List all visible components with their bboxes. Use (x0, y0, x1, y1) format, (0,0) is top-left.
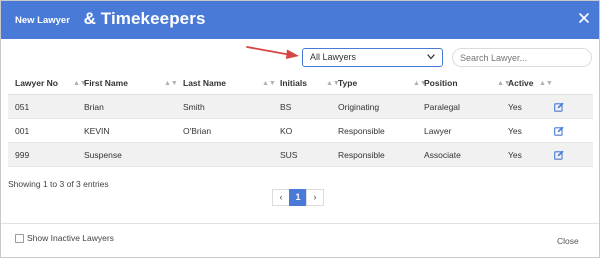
edit-icon[interactable] (554, 150, 564, 160)
cell-position: Associate (424, 150, 461, 160)
show-inactive-label[interactable]: Show Inactive Lawyers (27, 233, 114, 243)
cell-initials: KO (280, 126, 293, 136)
cell-active: Yes (508, 150, 522, 160)
pagination: ‹ 1 › (272, 189, 324, 206)
cell-type: Responsible (338, 150, 385, 160)
next-page-button[interactable]: › (306, 189, 324, 206)
cell-first-name: Brian (84, 102, 104, 112)
cell-position: Paralegal (424, 102, 460, 112)
cell-first-name: Suspense (84, 150, 122, 160)
col-first-name[interactable]: First Name (84, 72, 128, 95)
arrow-icon (246, 46, 299, 59)
lawyers-dialog: Lawyers & Timekeepers New Lawyer All Law… (0, 0, 600, 258)
cell-type: Responsible (338, 126, 385, 136)
search-lawyer-input[interactable] (452, 48, 592, 67)
cell-active: Yes (508, 102, 522, 112)
table-row: 999 Suspense SUS Responsible Associate Y… (8, 143, 593, 167)
sort-icon[interactable]: ▲▼ (262, 72, 276, 95)
cell-first-name: KEVIN (84, 126, 110, 136)
cell-lawyer-no: 999 (15, 150, 30, 160)
footer-divider (1, 223, 599, 224)
cell-type: Originating (338, 102, 380, 112)
table-row: 051 Brian Smith BS Originating Paralegal… (8, 95, 593, 119)
cell-lawyer-no: 051 (15, 102, 30, 112)
show-inactive-checkbox[interactable] (15, 234, 24, 243)
edit-icon[interactable] (554, 126, 564, 136)
chevron-down-icon (427, 54, 435, 60)
page-1-button[interactable]: 1 (289, 189, 307, 206)
table-header: Lawyer No ▲▼ First Name ▲▼ Last Name ▲▼ … (8, 72, 593, 95)
col-active[interactable]: Active (508, 72, 534, 95)
lawyer-filter-value: All Lawyers (310, 52, 357, 62)
col-initials[interactable]: Initials (280, 72, 307, 95)
cell-position: Lawyer (424, 126, 452, 136)
sort-icon[interactable]: ▲▼ (164, 72, 178, 95)
col-position[interactable]: Position (424, 72, 458, 95)
lawyer-filter-select[interactable]: All Lawyers (302, 48, 443, 67)
cell-initials: SUS (280, 150, 298, 160)
col-type[interactable]: Type (338, 72, 357, 95)
close-icon[interactable] (577, 11, 591, 25)
cell-last-name: O'Brian (183, 126, 212, 136)
dialog-header: Lawyers & Timekeepers (1, 1, 599, 39)
cell-last-name: Smith (183, 102, 205, 112)
lawyers-table: Lawyer No ▲▼ First Name ▲▼ Last Name ▲▼ … (8, 72, 593, 167)
new-lawyer-button[interactable]: New Lawyer (6, 11, 79, 31)
cell-initials: BS (280, 102, 292, 112)
entries-info: Showing 1 to 3 of 3 entries (8, 179, 109, 189)
cell-lawyer-no: 001 (15, 126, 30, 136)
edit-icon[interactable] (554, 102, 564, 112)
prev-page-button[interactable]: ‹ (272, 189, 290, 206)
cell-active: Yes (508, 126, 522, 136)
table-row: 001 KEVIN O'Brian KO Responsible Lawyer … (8, 119, 593, 143)
col-lawyer-no[interactable]: Lawyer No (15, 72, 58, 95)
close-button[interactable]: Close (557, 236, 579, 246)
sort-icon[interactable]: ▲▼ (539, 72, 553, 95)
col-last-name[interactable]: Last Name (183, 72, 226, 95)
